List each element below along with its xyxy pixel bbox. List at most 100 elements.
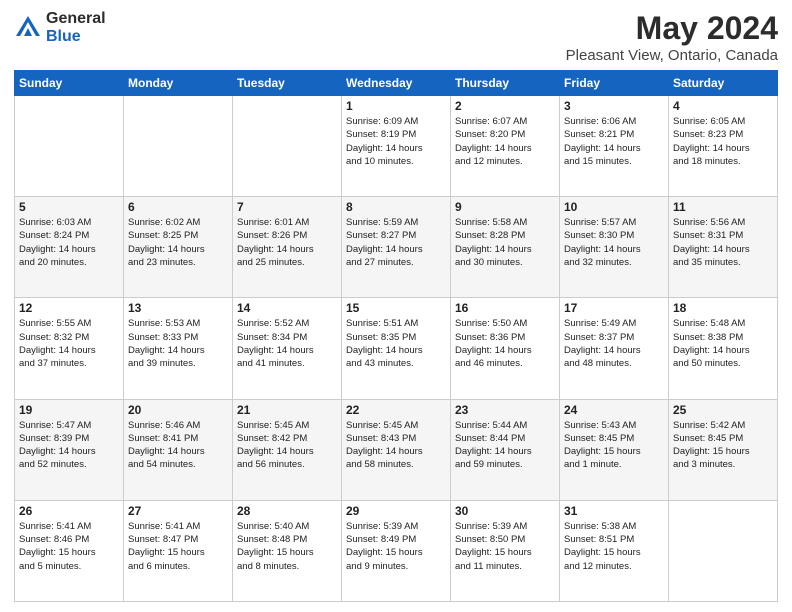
- day-number: 8: [346, 200, 446, 214]
- day-number: 20: [128, 403, 228, 417]
- day-number: 12: [19, 301, 119, 315]
- calendar-week-2: 5 Sunrise: 6:03 AM Sunset: 8:24 PM Daylig…: [15, 197, 778, 298]
- calendar-cell: 31 Sunrise: 5:38 AM Sunset: 8:51 PM Dayli…: [560, 500, 669, 601]
- day-info: Sunrise: 5:44 AM Sunset: 8:44 PM Dayligh…: [455, 419, 555, 472]
- calendar-cell: 24 Sunrise: 5:43 AM Sunset: 8:45 PM Dayli…: [560, 399, 669, 500]
- day-number: 14: [237, 301, 337, 315]
- day-number: 26: [19, 504, 119, 518]
- calendar-cell: 10Sunrise: 5:57 AM Sunset: 8:30 PM Dayli…: [560, 197, 669, 298]
- day-info: Sunrise: 5:38 AM Sunset: 8:51 PM Dayligh…: [564, 520, 664, 573]
- day-info: Sunrise: 6:01 AM Sunset: 8:26 PM Dayligh…: [237, 216, 337, 269]
- day-info: Sunrise: 5:39 AM Sunset: 8:50 PM Dayligh…: [455, 520, 555, 573]
- day-number: 10: [564, 200, 664, 214]
- calendar-week-5: 26 Sunrise: 5:41 AM Sunset: 8:46 PM Dayli…: [15, 500, 778, 601]
- col-friday: Friday: [560, 71, 669, 96]
- day-number: 6: [128, 200, 228, 214]
- calendar-cell: 21Sunrise: 5:45 AM Sunset: 8:42 PM Dayli…: [233, 399, 342, 500]
- day-info: Sunrise: 6:06 AM Sunset: 8:21 PM Dayligh…: [564, 115, 664, 168]
- calendar-cell: 22 Sunrise: 5:45 AM Sunset: 8:43 PM Dayli…: [342, 399, 451, 500]
- col-tuesday: Tuesday: [233, 71, 342, 96]
- day-number: 18: [673, 301, 773, 315]
- day-number: 23: [455, 403, 555, 417]
- col-thursday: Thursday: [451, 71, 560, 96]
- calendar-cell: 29Sunrise: 5:39 AM Sunset: 8:49 PM Dayli…: [342, 500, 451, 601]
- calendar-cell: 14 Sunrise: 5:52 AM Sunset: 8:34 PM Dayli…: [233, 298, 342, 399]
- day-number: 17: [564, 301, 664, 315]
- calendar-cell: 20 Sunrise: 5:46 AM Sunset: 8:41 PM Dayli…: [124, 399, 233, 500]
- title-block: May 2024 Pleasant View, Ontario, Canada: [566, 10, 778, 64]
- calendar-cell: 23 Sunrise: 5:44 AM Sunset: 8:44 PM Dayli…: [451, 399, 560, 500]
- calendar-cell: 27Sunrise: 5:41 AM Sunset: 8:47 PM Dayli…: [124, 500, 233, 601]
- day-number: 30: [455, 504, 555, 518]
- day-info: Sunrise: 6:05 AM Sunset: 8:23 PM Dayligh…: [673, 115, 773, 168]
- day-info: Sunrise: 5:50 AM Sunset: 8:36 PM Dayligh…: [455, 317, 555, 370]
- col-saturday: Saturday: [669, 71, 778, 96]
- day-info: Sunrise: 6:09 AM Sunset: 8:19 PM Dayligh…: [346, 115, 446, 168]
- calendar-cell: [233, 96, 342, 197]
- calendar-cell: 4 Sunrise: 6:05 AM Sunset: 8:23 PM Daylig…: [669, 96, 778, 197]
- day-number: 3: [564, 99, 664, 113]
- calendar-week-4: 19Sunrise: 5:47 AM Sunset: 8:39 PM Dayli…: [15, 399, 778, 500]
- calendar-header-row: Sunday Monday Tuesday Wednesday Thursday…: [15, 71, 778, 96]
- col-sunday: Sunday: [15, 71, 124, 96]
- calendar-cell: [669, 500, 778, 601]
- calendar-cell: 15 Sunrise: 5:51 AM Sunset: 8:35 PM Dayli…: [342, 298, 451, 399]
- calendar-cell: 26 Sunrise: 5:41 AM Sunset: 8:46 PM Dayli…: [15, 500, 124, 601]
- day-number: 25: [673, 403, 773, 417]
- day-number: 13: [128, 301, 228, 315]
- calendar: Sunday Monday Tuesday Wednesday Thursday…: [14, 70, 778, 602]
- subtitle: Pleasant View, Ontario, Canada: [566, 47, 778, 64]
- day-info: Sunrise: 5:52 AM Sunset: 8:34 PM Dayligh…: [237, 317, 337, 370]
- day-info: Sunrise: 5:43 AM Sunset: 8:45 PM Dayligh…: [564, 419, 664, 472]
- day-info: Sunrise: 5:46 AM Sunset: 8:41 PM Dayligh…: [128, 419, 228, 472]
- main-title: May 2024: [566, 10, 778, 47]
- day-info: Sunrise: 5:47 AM Sunset: 8:39 PM Dayligh…: [19, 419, 119, 472]
- day-info: Sunrise: 6:03 AM Sunset: 8:24 PM Dayligh…: [19, 216, 119, 269]
- logo-general: General: [46, 10, 106, 27]
- page: General Blue May 2024 Pleasant View, Ont…: [0, 0, 792, 612]
- day-info: Sunrise: 5:51 AM Sunset: 8:35 PM Dayligh…: [346, 317, 446, 370]
- day-info: Sunrise: 6:07 AM Sunset: 8:20 PM Dayligh…: [455, 115, 555, 168]
- calendar-week-1: 1 Sunrise: 6:09 AM Sunset: 8:19 PM Daylig…: [15, 96, 778, 197]
- col-monday: Monday: [124, 71, 233, 96]
- day-number: 27: [128, 504, 228, 518]
- calendar-cell: 18 Sunrise: 5:48 AM Sunset: 8:38 PM Dayli…: [669, 298, 778, 399]
- day-number: 22: [346, 403, 446, 417]
- day-number: 15: [346, 301, 446, 315]
- calendar-cell: [124, 96, 233, 197]
- calendar-cell: 16 Sunrise: 5:50 AM Sunset: 8:36 PM Dayli…: [451, 298, 560, 399]
- calendar-cell: 25Sunrise: 5:42 AM Sunset: 8:45 PM Dayli…: [669, 399, 778, 500]
- calendar-cell: 9 Sunrise: 5:58 AM Sunset: 8:28 PM Daylig…: [451, 197, 560, 298]
- day-info: Sunrise: 5:55 AM Sunset: 8:32 PM Dayligh…: [19, 317, 119, 370]
- day-info: Sunrise: 5:45 AM Sunset: 8:43 PM Dayligh…: [346, 419, 446, 472]
- calendar-cell: 12 Sunrise: 5:55 AM Sunset: 8:32 PM Dayli…: [15, 298, 124, 399]
- calendar-cell: 5 Sunrise: 6:03 AM Sunset: 8:24 PM Daylig…: [15, 197, 124, 298]
- calendar-week-3: 12 Sunrise: 5:55 AM Sunset: 8:32 PM Dayli…: [15, 298, 778, 399]
- calendar-cell: 28 Sunrise: 5:40 AM Sunset: 8:48 PM Dayli…: [233, 500, 342, 601]
- day-info: Sunrise: 5:53 AM Sunset: 8:33 PM Dayligh…: [128, 317, 228, 370]
- day-number: 11: [673, 200, 773, 214]
- day-info: Sunrise: 5:41 AM Sunset: 8:46 PM Dayligh…: [19, 520, 119, 573]
- day-number: 31: [564, 504, 664, 518]
- day-info: Sunrise: 5:39 AM Sunset: 8:49 PM Dayligh…: [346, 520, 446, 573]
- day-info: Sunrise: 5:48 AM Sunset: 8:38 PM Dayligh…: [673, 317, 773, 370]
- day-number: 2: [455, 99, 555, 113]
- day-number: 7: [237, 200, 337, 214]
- day-info: Sunrise: 5:45 AM Sunset: 8:42 PM Dayligh…: [237, 419, 337, 472]
- day-info: Sunrise: 5:49 AM Sunset: 8:37 PM Dayligh…: [564, 317, 664, 370]
- calendar-cell: 19Sunrise: 5:47 AM Sunset: 8:39 PM Dayli…: [15, 399, 124, 500]
- day-info: Sunrise: 5:58 AM Sunset: 8:28 PM Dayligh…: [455, 216, 555, 269]
- day-number: 24: [564, 403, 664, 417]
- day-number: 5: [19, 200, 119, 214]
- calendar-cell: 17 Sunrise: 5:49 AM Sunset: 8:37 PM Dayli…: [560, 298, 669, 399]
- day-number: 4: [673, 99, 773, 113]
- day-number: 16: [455, 301, 555, 315]
- day-info: Sunrise: 5:56 AM Sunset: 8:31 PM Dayligh…: [673, 216, 773, 269]
- day-number: 28: [237, 504, 337, 518]
- day-info: Sunrise: 5:59 AM Sunset: 8:27 PM Dayligh…: [346, 216, 446, 269]
- day-number: 9: [455, 200, 555, 214]
- calendar-cell: 1 Sunrise: 6:09 AM Sunset: 8:19 PM Daylig…: [342, 96, 451, 197]
- calendar-cell: 11 Sunrise: 5:56 AM Sunset: 8:31 PM Dayli…: [669, 197, 778, 298]
- day-info: Sunrise: 5:40 AM Sunset: 8:48 PM Dayligh…: [237, 520, 337, 573]
- day-number: 1: [346, 99, 446, 113]
